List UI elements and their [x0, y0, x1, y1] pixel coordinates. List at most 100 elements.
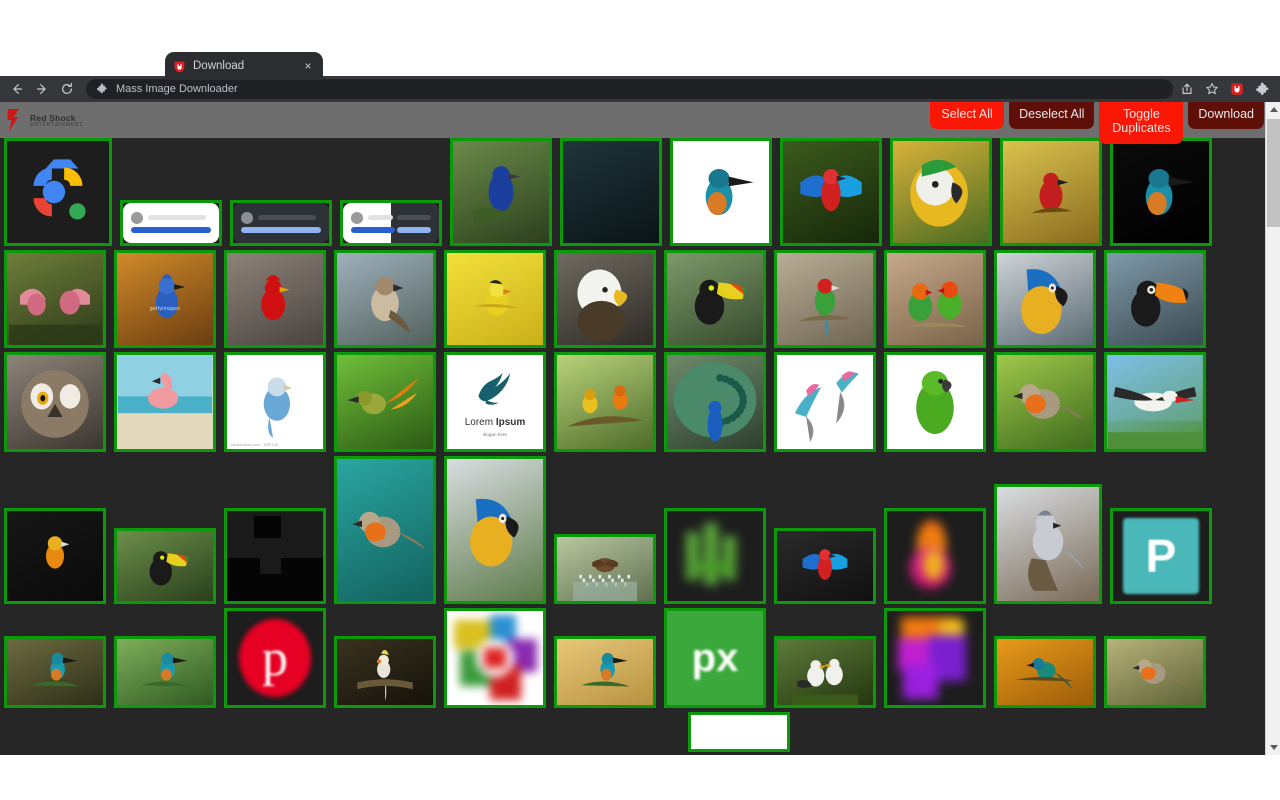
image-thumbnail-scarlet-macaw-flying[interactable]	[780, 138, 882, 246]
address-bar[interactable]: Mass Image Downloader	[86, 79, 1173, 99]
image-thumbnail-peacock-displaying-feathers[interactable]	[664, 352, 766, 452]
image-thumbnail-keel-billed-toucan[interactable]	[664, 250, 766, 348]
thumbnail-image	[117, 531, 213, 601]
image-thumbnail-kingfisher-water-splash-dark[interactable]	[1110, 138, 1212, 246]
page-scrollbar[interactable]	[1265, 102, 1280, 755]
image-thumbnail-kingfisher-warm-background[interactable]	[554, 636, 656, 708]
thumbnail-image	[227, 511, 323, 601]
image-thumbnail-parrot-closeup-portrait[interactable]	[890, 138, 992, 246]
image-thumbnail-purple-orange-gradient-logo[interactable]	[884, 608, 986, 708]
image-thumbnail-budgerigar-on-white[interactable]: shutterstock.com - 1987136	[224, 352, 326, 452]
image-grid-cell	[0, 636, 110, 712]
image-grid-cell	[666, 138, 776, 250]
deselect-all-button[interactable]: Deselect All	[1009, 102, 1095, 130]
image-thumbnail-bird-on-orange-flowers[interactable]	[1000, 138, 1102, 246]
image-grid-cell	[330, 250, 440, 352]
image-thumbnail-toucan-on-mossy-branch[interactable]	[114, 528, 216, 604]
scrollbar-track[interactable]	[1266, 117, 1280, 740]
address-bar-text: Mass Image Downloader	[116, 83, 238, 95]
image-grid-cell	[684, 712, 794, 755]
image-thumbnail-bird-bathing-splash[interactable]	[554, 534, 656, 604]
image-grid-cell	[996, 138, 1106, 250]
image-thumbnail-robin-on-stump-teal[interactable]	[334, 456, 436, 604]
select-all-button[interactable]: Select All	[930, 102, 1005, 130]
image-thumbnail-ui-card-light[interactable]	[120, 200, 222, 246]
image-thumbnail-two-birds-on-branch[interactable]	[554, 352, 656, 452]
forward-button[interactable]	[31, 78, 53, 100]
image-thumbnail-robin-on-branch-green[interactable]	[994, 352, 1096, 452]
image-thumbnail-red-cardinal-on-branch[interactable]	[224, 250, 326, 348]
scrollbar-up-button[interactable]	[1266, 102, 1280, 117]
image-thumbnail-starling-on-orange-background[interactable]	[994, 636, 1096, 708]
puzzle-piece-icon[interactable]	[1254, 81, 1270, 97]
image-thumbnail-lovebirds-pair[interactable]	[884, 250, 986, 348]
image-thumbnail-blue-bird-on-branch[interactable]	[450, 138, 552, 246]
image-thumbnail-bird-illustrations-white[interactable]	[774, 352, 876, 452]
image-thumbnail-galah-cockatoos-over-water[interactable]	[4, 250, 106, 348]
image-thumbnail-google-lens-icon[interactable]	[4, 138, 112, 246]
image-grid-cell	[770, 528, 880, 608]
image-thumbnail-tufted-titmouse-on-stump[interactable]	[994, 484, 1102, 604]
image-thumbnail-flamingo-on-beach[interactable]	[114, 352, 216, 452]
thumbnail-image	[887, 355, 983, 449]
image-thumbnail-ui-card-dark[interactable]	[230, 200, 332, 246]
red-extension-icon[interactable]	[1229, 81, 1245, 97]
image-grid-cell: P	[1106, 508, 1216, 608]
tab-close-icon[interactable]: ×	[301, 59, 315, 73]
image-grid-cell	[0, 250, 110, 352]
scrollbar-down-button[interactable]	[1266, 740, 1280, 755]
image-thumbnail-robin-with-berries[interactable]	[1104, 636, 1206, 708]
image-thumbnail-macaw-flying-dark[interactable]	[774, 528, 876, 604]
image-thumbnail-kingfisher-on-mossy-branch[interactable]	[114, 636, 216, 708]
reload-button[interactable]	[56, 78, 78, 100]
image-thumbnail-kingfisher-on-perch-transparent[interactable]	[670, 138, 772, 246]
thumbnail-image: P	[1113, 511, 1209, 601]
image-thumbnail-sparrow-perched[interactable]	[334, 250, 436, 348]
image-thumbnail-goldfinch-on-forsythia[interactable]	[444, 250, 546, 348]
image-thumbnail-colorful-blurred-logo[interactable]	[444, 608, 546, 708]
image-thumbnail-flame-gradient-logo[interactable]	[884, 508, 986, 604]
image-thumbnail-blue-and-gold-macaw[interactable]	[994, 250, 1096, 348]
image-thumbnail-lorem-ipsum-eagle-logo[interactable]: Lorem Ipsum slogan here	[444, 352, 546, 452]
image-thumbnail-owl-eye-closeup[interactable]	[4, 352, 106, 452]
image-thumbnail-blue-jay-autumn-leaves[interactable]: gettyimages	[114, 250, 216, 348]
image-thumbnail-sunbird-on-heliconia[interactable]	[334, 352, 436, 452]
image-thumbnail-toco-toucan[interactable]	[1104, 250, 1206, 348]
image-thumbnail-kingfisher-on-stick[interactable]	[4, 636, 106, 708]
image-grid-cell	[886, 138, 996, 250]
image-thumbnail-green-blurred-logo[interactable]	[664, 508, 766, 604]
image-thumbnail-cockatiel-on-branch[interactable]	[334, 636, 436, 708]
brand-logo-area: Red Shock ENTERTAINMENT	[0, 102, 83, 134]
image-thumbnail-rosella-parakeet-on-branch[interactable]	[774, 250, 876, 348]
image-thumbnail-dark-abstract-tile[interactable]	[224, 508, 326, 604]
back-button[interactable]	[6, 78, 28, 100]
image-thumbnail-kingfisher-diving-water[interactable]	[560, 138, 662, 246]
image-thumbnail-pexels-px-logo[interactable]: px	[664, 608, 766, 708]
share-icon[interactable]	[1179, 81, 1195, 97]
thumbnail-image	[1003, 141, 1099, 243]
image-thumbnail-pinterest-logo[interactable]: p	[224, 608, 326, 708]
browser-tab-download[interactable]: Download ×	[165, 52, 323, 80]
thumbnail-image	[777, 531, 873, 601]
image-grid-cell	[770, 636, 880, 712]
image-thumbnail-albatross-pair-nesting[interactable]	[774, 636, 876, 708]
extension-puzzle-icon	[95, 83, 108, 96]
image-thumbnail-stork-flying-sky[interactable]	[1104, 352, 1206, 452]
image-thumbnail-bald-eagle-head[interactable]	[554, 250, 656, 348]
thumbnail-image	[123, 203, 219, 243]
thumbnail-image	[997, 487, 1099, 601]
image-thumbnail-macaw-portrait-blue-gold[interactable]	[444, 456, 546, 604]
image-grid-cell	[550, 250, 660, 352]
thumbnail-image	[557, 639, 653, 705]
download-button[interactable]: Download	[1188, 102, 1264, 130]
bookmark-star-icon[interactable]	[1204, 81, 1220, 97]
image-thumbnail-green-amazon-parrot-white[interactable]	[884, 352, 986, 452]
image-thumbnail-sun-conure-on-perch[interactable]	[4, 508, 106, 604]
image-thumbnail-teal-p-app-icon[interactable]: P	[1110, 508, 1212, 604]
scrollbar-thumb[interactable]	[1267, 119, 1280, 227]
image-thumbnail-partial-thumbnail-cut-off[interactable]	[688, 712, 790, 752]
thumbnail-image	[7, 253, 103, 345]
toggle-duplicates-button[interactable]: Toggle Duplicates	[1099, 102, 1184, 144]
image-grid-cell: Lorem Ipsum slogan here	[440, 352, 550, 456]
image-thumbnail-ui-card-split[interactable]	[340, 200, 442, 246]
